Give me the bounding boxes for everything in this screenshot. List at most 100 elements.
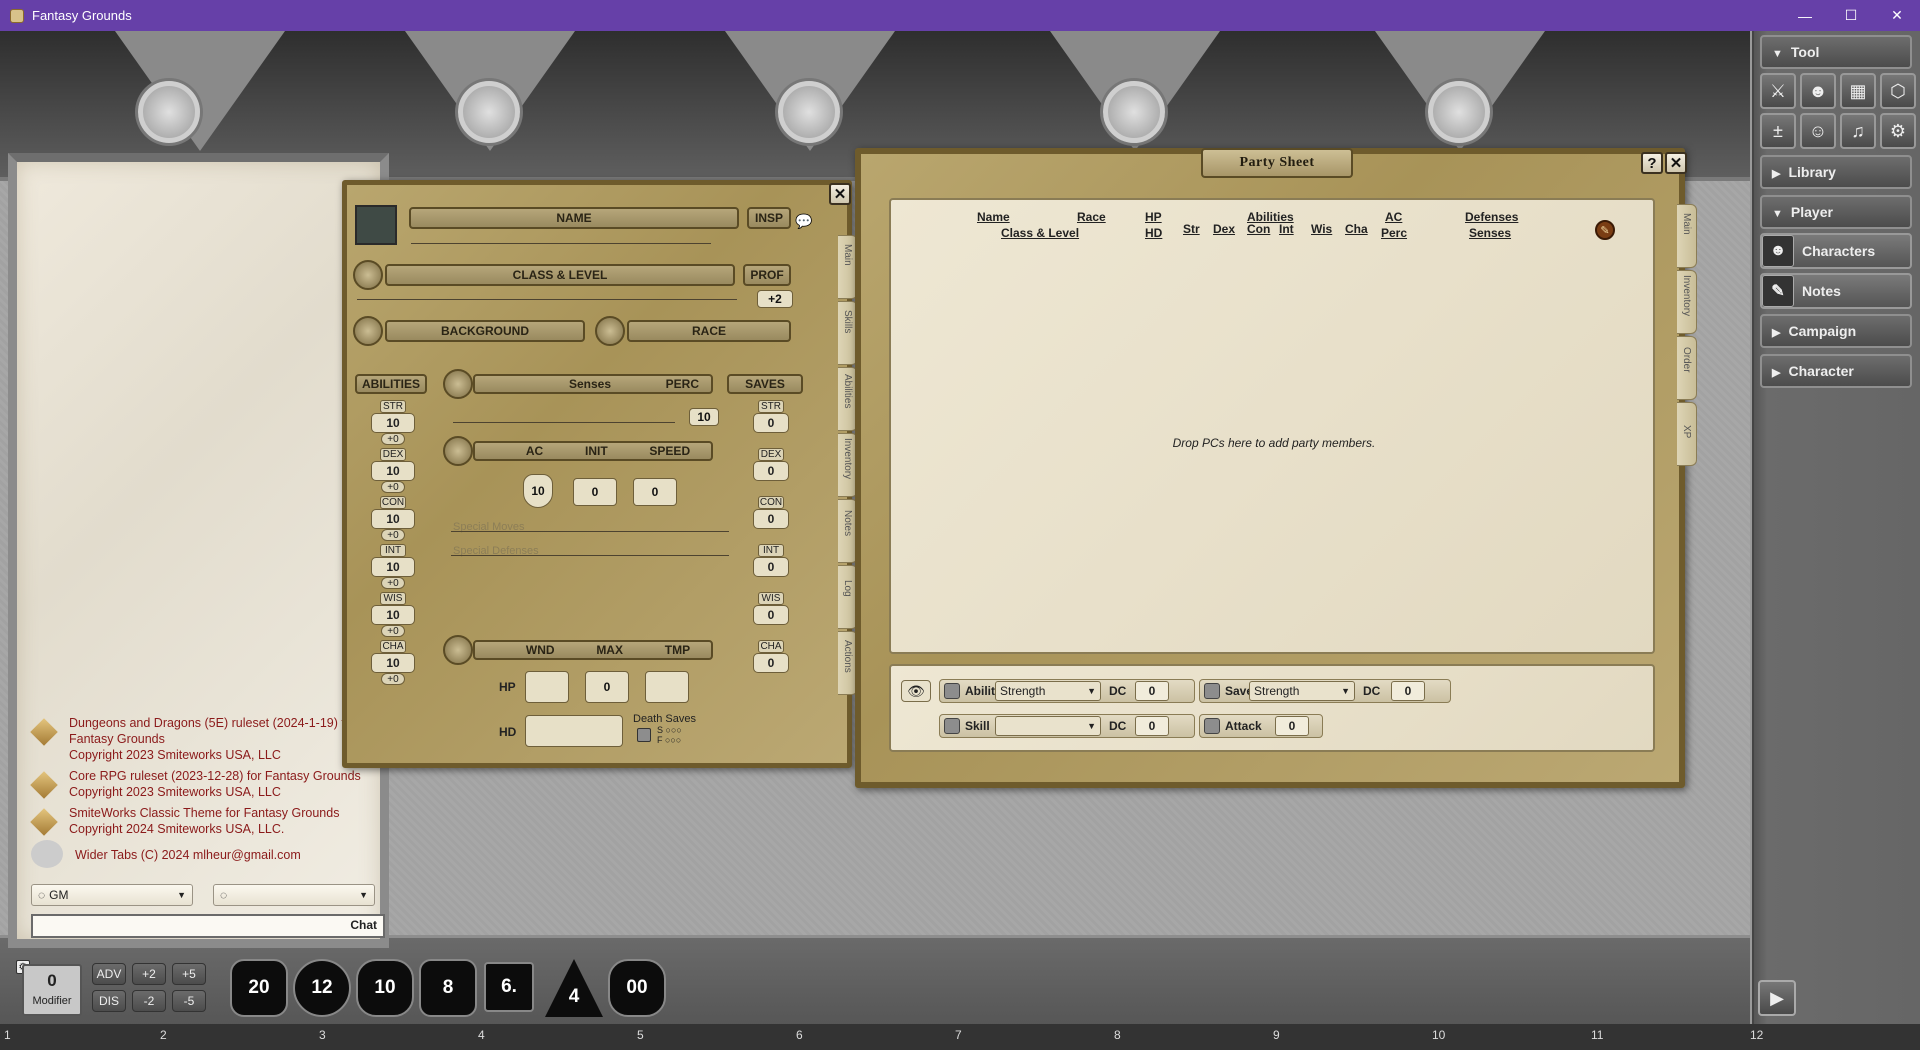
d8-die-icon[interactable]: 8 (419, 959, 477, 1017)
sidebar-item-characters[interactable]: ☻ Characters (1760, 233, 1912, 269)
speech-bubble-icon[interactable]: 💬 (795, 213, 812, 230)
roll-button-icon[interactable] (944, 683, 960, 699)
hit-dice-field[interactable] (525, 715, 623, 747)
column-defenses[interactable]: Defenses (1465, 210, 1518, 224)
passive-perception[interactable]: 10 (689, 408, 719, 426)
disadvantage-button[interactable]: DIS (92, 990, 126, 1012)
ability-score[interactable]: 10 (371, 557, 415, 577)
d6-die-icon[interactable]: 6. (484, 962, 534, 1012)
death-save-tracker[interactable]: S ○○○ F ○○○ (657, 725, 682, 745)
tab-order[interactable]: Order (1677, 336, 1697, 400)
help-button[interactable]: ? (1641, 152, 1663, 174)
roll-button-icon[interactable] (1204, 718, 1220, 734)
inspiration-field[interactable]: INSP (747, 207, 791, 229)
sidebar-section-campaign[interactable]: ▶ Campaign (1760, 314, 1912, 348)
modifier-box[interactable]: 0 Modifier (22, 964, 82, 1016)
plus-two-button[interactable]: +2 (132, 963, 166, 985)
speaker-select[interactable]: ◌ GM ▼ (31, 884, 193, 906)
close-icon[interactable]: ✕ (829, 183, 851, 205)
ability-dex[interactable]: DEX 10 +0 (369, 448, 415, 493)
column-perc[interactable]: Perc (1381, 226, 1407, 240)
effects-icon[interactable]: ☺ (1800, 113, 1836, 149)
minus-five-button[interactable]: -5 (172, 990, 206, 1012)
speed[interactable]: 0 (633, 478, 677, 506)
minus-two-button[interactable]: -2 (132, 990, 166, 1012)
tab-main[interactable]: Main (1677, 204, 1697, 268)
column-senses[interactable]: Senses (1469, 226, 1511, 240)
column-dex[interactable]: Dex (1213, 222, 1235, 236)
tab-inventory[interactable]: Inventory (1677, 270, 1697, 334)
party-icon[interactable]: ☻ (1800, 73, 1836, 109)
column-hp[interactable]: HP (1145, 210, 1162, 224)
background-field[interactable]: BACKGROUND (385, 320, 585, 342)
column-con[interactable]: Con (1247, 222, 1270, 236)
plus-five-button[interactable]: +5 (172, 963, 206, 985)
music-icon[interactable]: ♫ (1840, 113, 1876, 149)
d20-icon[interactable]: ⬡ (1880, 73, 1916, 109)
save-value[interactable]: 0 (753, 653, 789, 673)
save-value[interactable]: 0 (753, 605, 789, 625)
chat-input[interactable]: Chat (31, 914, 385, 938)
d10-die-icon[interactable]: 10 (356, 959, 414, 1017)
ability-select[interactable]: Strength ▼ (995, 681, 1101, 701)
ability-wis[interactable]: WIS 10 +0 (369, 592, 415, 637)
save-value[interactable]: 0 (753, 461, 789, 481)
eye-icon[interactable]: 👁 (901, 680, 931, 702)
sidebar-item-notes[interactable]: ✎ Notes (1760, 273, 1912, 309)
ability-con[interactable]: CON 10 +0 (369, 496, 415, 541)
minimize-button[interactable]: — (1782, 0, 1828, 31)
save-value[interactable]: 0 (753, 509, 789, 529)
party-member-list[interactable]: Name Class & Level Race HP HD Abilities … (889, 198, 1655, 654)
roll-button-icon[interactable] (944, 718, 960, 734)
race-field[interactable]: RACE (627, 320, 791, 342)
column-str[interactable]: Str (1183, 222, 1200, 236)
save-value[interactable]: 0 (753, 413, 789, 433)
ability-score[interactable]: 10 (371, 413, 415, 433)
temp-hp-field[interactable] (645, 671, 689, 703)
save-wis[interactable]: WIS 0 (747, 592, 793, 636)
calendar-icon[interactable]: ▦ (1840, 73, 1876, 109)
name-field[interactable]: NAME (409, 207, 739, 229)
column-ac[interactable]: AC (1385, 210, 1402, 224)
column-race[interactable]: Race (1077, 210, 1106, 224)
roll-button-icon[interactable] (1204, 683, 1220, 699)
ability-int[interactable]: INT 10 +0 (369, 544, 415, 589)
edit-pencil-icon[interactable]: ✎ (1595, 220, 1615, 240)
save-dc-field[interactable]: 0 (1391, 681, 1425, 701)
modifiers-icon[interactable]: ± (1760, 113, 1796, 149)
play-button[interactable]: ▶ (1758, 980, 1796, 1016)
column-wis[interactable]: Wis (1311, 222, 1332, 236)
save-cha[interactable]: CHA 0 (747, 640, 793, 684)
chat-mode-select[interactable]: ◌ ▼ (213, 884, 375, 906)
d12-die-icon[interactable]: 12 (293, 959, 351, 1017)
ability-dc-field[interactable]: 0 (1135, 681, 1169, 701)
sidebar-section-library[interactable]: ▶ Library (1760, 155, 1912, 189)
skill-select[interactable]: ▼ (995, 716, 1101, 736)
portrait[interactable] (355, 205, 397, 245)
ability-score[interactable]: 10 (371, 461, 415, 481)
settings-gear-icon[interactable]: ⚙ (1880, 113, 1916, 149)
death-save-roll-button[interactable] (637, 728, 651, 742)
ability-str[interactable]: STR 10 +0 (369, 400, 415, 445)
hp-max-field[interactable]: 0 (585, 671, 629, 703)
chat-send-button[interactable]: Chat (350, 918, 377, 932)
ability-cha[interactable]: CHA 10 +0 (369, 640, 415, 685)
class-level-field[interactable]: CLASS & LEVEL (385, 264, 735, 286)
sidebar-section-character[interactable]: ▶ Character (1760, 354, 1912, 388)
column-hd[interactable]: HD (1145, 226, 1162, 240)
d20-die-icon[interactable]: 20 (230, 959, 288, 1017)
close-window-button[interactable]: ✕ (1874, 0, 1920, 31)
save-str[interactable]: STR 0 (747, 400, 793, 444)
column-cha[interactable]: Cha (1345, 222, 1368, 236)
close-icon[interactable]: ✕ (1665, 152, 1687, 174)
sidebar-section-player[interactable]: ▼ Player (1760, 195, 1912, 229)
save-value[interactable]: 0 (753, 557, 789, 577)
tab-xp[interactable]: XP (1677, 402, 1697, 466)
wounds-field[interactable] (525, 671, 569, 703)
crossed-swords-icon[interactable]: ⚔ (1760, 73, 1796, 109)
advantage-button[interactable]: ADV (92, 963, 126, 985)
save-dex[interactable]: DEX 0 (747, 448, 793, 492)
ability-score[interactable]: 10 (371, 509, 415, 529)
ability-score[interactable]: 10 (371, 653, 415, 673)
skill-dc-field[interactable]: 0 (1135, 716, 1169, 736)
